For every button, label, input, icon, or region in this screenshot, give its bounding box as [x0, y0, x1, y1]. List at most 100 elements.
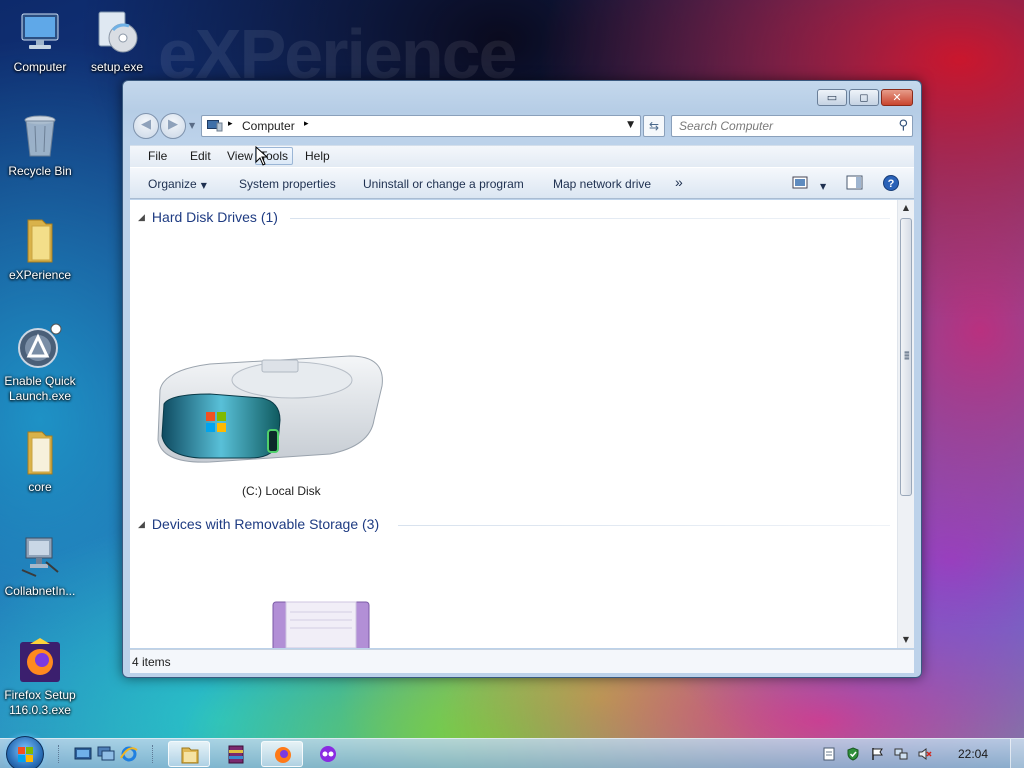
view-options-dropdown[interactable]: ▼ — [816, 178, 826, 192]
vertical-scrollbar[interactable]: ▲ ▬ ▬ ▬ ▼ — [897, 200, 914, 648]
content-pane: ◢ Hard Disk Drives (1) (C:) Local Disk ◢… — [130, 200, 914, 648]
hard-disk-icon — [157, 355, 383, 463]
taskbar-button-app[interactable] — [307, 741, 349, 767]
desktop-icon-core-folder[interactable]: core — [0, 428, 80, 495]
system-properties-button[interactable]: System properties — [239, 177, 336, 191]
preview-pane-icon[interactable] — [846, 175, 864, 191]
collapse-triangle-icon: ◢ — [138, 520, 145, 530]
desktop-icon-label: core — [28, 480, 52, 494]
minimize-button[interactable]: ▭ — [817, 89, 847, 106]
app-launcher-icon — [16, 322, 64, 370]
internet-explorer-icon[interactable] — [120, 746, 138, 762]
back-button[interactable]: ◀ — [133, 113, 159, 139]
desktop-icon-label: Computer — [13, 60, 67, 74]
desktop-icon-experience-folder[interactable]: eXPerience — [0, 216, 80, 283]
map-network-drive-button[interactable]: Map network drive — [553, 177, 651, 191]
address-dropdown-icon[interactable]: ▼ — [627, 120, 634, 130]
desktop-icon-label: setup.exe — [90, 60, 144, 74]
desktop-icon-enable-quick-launch[interactable]: Enable Quick Launch.exe — [0, 322, 80, 404]
firefox-installer-icon — [16, 636, 64, 684]
show-desktop-button[interactable] — [1010, 739, 1024, 768]
close-button[interactable]: ✕ — [881, 89, 913, 106]
network-tray-icon[interactable] — [894, 747, 908, 761]
taskbar-clock[interactable]: 22:04 — [958, 747, 988, 761]
maximize-button[interactable]: ◻ — [849, 89, 879, 106]
chevron-down-icon: ▼ — [820, 182, 827, 191]
chevron-down-icon: ▼ — [200, 181, 207, 190]
security-shield-tray-icon[interactable] — [846, 747, 860, 761]
scroll-down-arrow-icon[interactable]: ▼ — [898, 632, 914, 648]
refresh-icon: ⇆ — [648, 119, 660, 133]
menu-help[interactable]: Help — [302, 149, 333, 163]
local-disk-label: (C:) Local Disk — [242, 484, 321, 498]
window-controls: ▭ ◻ ✕ — [817, 89, 913, 106]
group-title: Devices with Removable Storage (3) — [151, 516, 380, 532]
action-center-flag-icon[interactable] — [870, 747, 884, 761]
command-bar: Organize ▼ System properties Uninstall or… — [130, 167, 914, 199]
taskbar: 22:04 — [0, 736, 1024, 768]
maximize-icon: ◻ — [859, 91, 869, 104]
installer-icon — [93, 8, 141, 56]
forward-arrow-icon: ▶ — [168, 117, 178, 132]
recycle-bin-icon — [16, 112, 64, 160]
taskbar-button-explorer[interactable] — [168, 741, 210, 767]
windows-logo-icon — [18, 747, 33, 762]
desktop-icon-label: eXPerience — [8, 268, 72, 282]
explorer-window: ▭ ◻ ✕ ◀ ▶ ▼ ▸ Computer ▸ ▼ ⇆ ⚲ File Edit… — [122, 80, 922, 678]
computer-icon — [16, 8, 64, 56]
local-disk-item[interactable]: (C:) Local Disk — [150, 350, 406, 510]
scroll-up-arrow-icon[interactable]: ▲ — [898, 200, 914, 216]
search-box[interactable]: ⚲ — [671, 115, 913, 137]
archive-icon — [228, 745, 244, 764]
organize-button[interactable]: Organize ▼ — [148, 177, 207, 191]
breadcrumb-arrow-icon[interactable]: ▸ — [228, 119, 233, 129]
desktop-icon-setup[interactable]: setup.exe — [77, 8, 157, 75]
notes-tray-icon[interactable] — [822, 747, 836, 761]
item-count: 4 items — [132, 655, 171, 669]
forward-button[interactable]: ▶ — [160, 113, 186, 139]
menu-view[interactable]: View — [224, 149, 256, 163]
help-icon[interactable]: ? — [882, 175, 900, 191]
scroll-thumb[interactable]: ▬ ▬ ▬ — [900, 218, 912, 496]
network-computer-icon — [16, 532, 64, 580]
menu-edit[interactable]: Edit — [187, 149, 214, 163]
taskbar-button-firefox[interactable] — [261, 741, 303, 767]
folder-icon — [16, 428, 64, 476]
firefox-icon — [275, 747, 291, 763]
group-header-removable-storage[interactable]: ◢ Devices with Removable Storage (3) — [138, 516, 379, 532]
breadcrumb-arrow-icon[interactable]: ▸ — [304, 119, 309, 129]
collapse-triangle-icon: ◢ — [138, 213, 145, 223]
menu-file[interactable]: File — [145, 149, 170, 163]
group-header-hard-disk-drives[interactable]: ◢ Hard Disk Drives (1) — [138, 209, 278, 225]
change-view-icon[interactable] — [792, 175, 810, 191]
computer-icon — [207, 120, 223, 132]
show-desktop-quicklaunch-icon[interactable] — [74, 746, 92, 762]
desktop-icon-recycle-bin[interactable]: Recycle Bin — [0, 112, 80, 179]
volume-muted-icon[interactable] — [918, 747, 932, 761]
start-button[interactable] — [6, 736, 44, 768]
svg-text:?: ? — [888, 178, 895, 190]
taskbar-button-archive[interactable] — [215, 741, 257, 767]
menu-bar: File Edit View Tools Help — [130, 145, 914, 167]
group-divider — [398, 525, 890, 526]
recent-pages-dropdown[interactable]: ▼ — [189, 121, 195, 130]
desktop-icon-computer[interactable]: Computer — [0, 8, 80, 75]
status-bar: 4 items — [130, 649, 914, 673]
breadcrumb-computer[interactable]: Computer — [242, 119, 295, 133]
search-input[interactable] — [679, 119, 879, 133]
desktop-icon-collabnet[interactable]: CollabnetIn... — [0, 532, 80, 599]
floppy-drive-item[interactable] — [272, 598, 370, 648]
group-divider — [290, 218, 890, 219]
organize-label: Organize — [148, 177, 197, 191]
floppy-disk-icon — [272, 601, 370, 648]
desktop-icon-label: Firefox Setup 116.0.3.exe — [4, 688, 76, 717]
switch-windows-icon[interactable] — [97, 746, 115, 762]
address-bar[interactable]: ▸ Computer ▸ ▼ — [201, 115, 641, 137]
refresh-button[interactable]: ⇆ — [643, 115, 665, 137]
uninstall-program-button[interactable]: Uninstall or change a program — [363, 177, 524, 191]
desktop-icon-firefox-setup[interactable]: Firefox Setup 116.0.3.exe — [0, 636, 80, 718]
search-icon[interactable]: ⚲ — [898, 118, 908, 133]
more-commands-button[interactable]: » — [675, 174, 683, 190]
folder-icon — [16, 216, 64, 264]
minimize-icon: ▭ — [826, 91, 838, 104]
